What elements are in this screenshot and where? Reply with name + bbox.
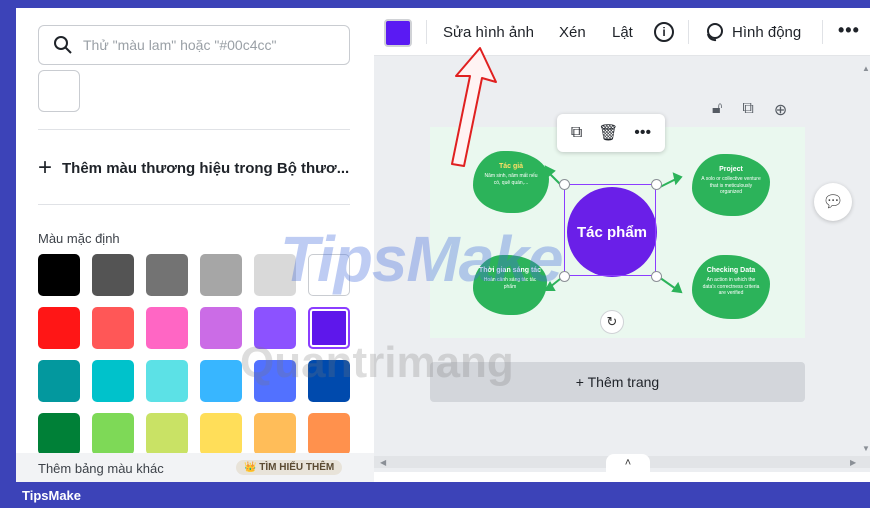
default-colors-title: Màu mặc định (38, 231, 120, 246)
color-swatch[interactable] (38, 254, 80, 296)
color-swatch[interactable] (308, 413, 350, 455)
rotate-icon[interactable]: ↻ (600, 310, 624, 334)
lock-icon[interactable]: 🔓︎ (712, 100, 722, 120)
page-actions: 🔓︎ ⧉ ⊕ (712, 100, 787, 120)
bottom-bar (374, 472, 870, 482)
document-color-swatch[interactable] (38, 70, 80, 112)
bubble-project[interactable]: Project A solo or collective venture tha… (692, 154, 770, 216)
info-icon[interactable]: i (654, 22, 674, 42)
collapse-pages-icon[interactable]: ˄ (606, 454, 650, 472)
more-options-icon[interactable]: ••• (838, 20, 860, 41)
color-swatch[interactable] (38, 413, 80, 455)
color-swatch[interactable] (200, 360, 242, 402)
resize-handle[interactable] (651, 271, 662, 282)
color-swatch[interactable] (92, 360, 134, 402)
plus-icon: + (38, 154, 53, 181)
red-arrow-annotation (451, 47, 497, 167)
watermark-text: uantrimang (274, 338, 514, 387)
toolbar-divider (688, 20, 689, 44)
search-input[interactable] (83, 37, 343, 53)
bubble-title: Checking Data (706, 267, 756, 274)
animate-button[interactable]: Hình động (732, 24, 801, 41)
selection-box[interactable] (564, 184, 656, 276)
divider (38, 204, 350, 205)
resize-handle[interactable] (559, 179, 570, 190)
vertical-scrollbar[interactable] (860, 64, 866, 454)
watermark-quantrimang: Quantrimang (240, 338, 514, 387)
edit-image-button[interactable]: Sửa hình ảnh (443, 24, 534, 41)
bubble-text: A solo or collective venture that is met… (701, 176, 761, 195)
top-toolbar: Sửa hình ảnh Xén Lật i Hình động ••• (374, 8, 870, 56)
duplicate-page-icon[interactable]: ⧉ (742, 100, 753, 120)
bubble-text: Năm sinh, năm mất nếu có, quê quán,... (484, 173, 538, 186)
scroll-right-icon[interactable]: ▶ (850, 458, 856, 467)
color-search[interactable] (38, 25, 350, 65)
bubble-checking-data[interactable]: Checking Data An action in which the dat… (692, 255, 770, 319)
learn-more-badge[interactable]: 👑 TÌM HIỂU THÊM (236, 460, 343, 475)
floating-menu: ⧉ 🗑︎ ••• (557, 114, 665, 152)
trash-icon[interactable]: 🗑︎ (598, 123, 618, 143)
color-swatch[interactable] (146, 360, 188, 402)
color-swatch[interactable] (254, 413, 296, 455)
scroll-left-icon[interactable]: ◀ (380, 458, 386, 467)
color-swatch[interactable] (146, 254, 188, 296)
color-swatch[interactable] (92, 413, 134, 455)
color-swatch[interactable] (200, 307, 242, 349)
animate-icon[interactable] (704, 22, 724, 42)
watermark-tipsmake: TipsMake (280, 223, 563, 295)
color-swatch[interactable] (146, 413, 188, 455)
footer-bar: TipsMake (0, 482, 870, 508)
learn-more-label: TÌM HIỂU THÊM (259, 462, 335, 473)
resize-handle[interactable] (651, 179, 662, 190)
toolbar-divider (822, 20, 823, 44)
add-brand-label: Thêm màu thương hiệu trong Bộ thươ... (62, 159, 350, 177)
divider (38, 129, 350, 130)
bubble-text: An action in which the data's correctnes… (702, 277, 760, 296)
color-swatch[interactable] (92, 307, 134, 349)
toolbar-divider (426, 20, 427, 44)
color-swatch[interactable] (146, 307, 188, 349)
search-icon (54, 36, 72, 54)
scroll-up-icon[interactable]: ▲ (862, 64, 870, 73)
color-swatch[interactable] (38, 307, 80, 349)
color-swatch[interactable] (200, 413, 242, 455)
add-brand-color-button[interactable]: + Thêm màu thương hiệu trong Bộ thươ... (38, 156, 349, 180)
more-icon[interactable]: ••• (634, 124, 651, 142)
more-palettes-row[interactable]: Thêm bảng màu khác 👑 TÌM HIỂU THÊM (16, 453, 374, 482)
scroll-down-icon[interactable]: ▼ (862, 444, 870, 453)
add-comment-icon[interactable]: 💬︎ (814, 183, 852, 221)
footer-label: TipsMake (22, 488, 82, 503)
crop-button[interactable]: Xén (559, 24, 586, 41)
color-swatch[interactable] (200, 254, 242, 296)
bubble-title: Project (719, 166, 743, 173)
color-swatch[interactable] (38, 360, 80, 402)
add-page-icon[interactable]: ⊕ (774, 100, 787, 120)
color-button[interactable] (384, 19, 412, 47)
copy-icon[interactable]: ⧉ (571, 124, 582, 142)
flip-button[interactable]: Lật (612, 24, 633, 41)
more-palettes-label: Thêm bảng màu khác (38, 460, 164, 476)
color-swatch[interactable] (92, 254, 134, 296)
